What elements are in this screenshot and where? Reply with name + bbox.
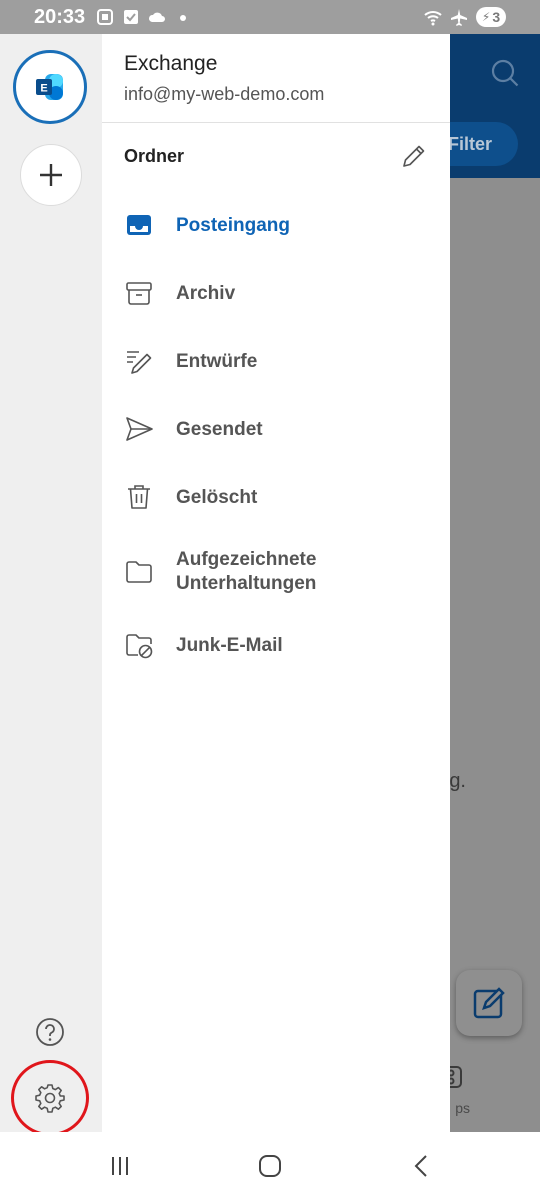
help-button[interactable] bbox=[32, 1014, 68, 1050]
folder-item-conversation-history[interactable]: Aufgezeichnete Unterhaltungen bbox=[102, 540, 450, 600]
gear-icon bbox=[35, 1084, 65, 1113]
folder-label: Entwürfe bbox=[176, 351, 258, 372]
recent-apps-icon bbox=[112, 1157, 128, 1175]
compose-icon bbox=[473, 987, 505, 1019]
home-button[interactable] bbox=[252, 1148, 288, 1184]
folder-label: Gesendet bbox=[176, 419, 263, 440]
add-account-button[interactable] bbox=[20, 144, 82, 206]
search-icon bbox=[491, 59, 519, 87]
folder-item-drafts[interactable]: Entwürfe bbox=[102, 330, 450, 390]
divider bbox=[102, 122, 450, 123]
account-name: Exchange bbox=[124, 52, 218, 75]
screenshot-icon bbox=[97, 9, 113, 25]
sent-icon bbox=[126, 417, 153, 441]
inbox-icon bbox=[127, 215, 151, 235]
folder-item-inbox[interactable]: Posteingang bbox=[102, 194, 450, 254]
account-rail: E bbox=[0, 34, 102, 1136]
home-icon bbox=[259, 1155, 281, 1177]
folder-label: Aufgezeichnete Unterhaltungen bbox=[176, 549, 317, 594]
folder-label: Archiv bbox=[176, 283, 236, 304]
back-icon bbox=[414, 1155, 427, 1177]
exchange-logo-icon: E bbox=[36, 74, 63, 100]
junk-folder-icon bbox=[126, 634, 153, 659]
folder-item-deleted[interactable]: Gelöscht bbox=[102, 466, 450, 526]
recent-apps-button[interactable] bbox=[102, 1148, 138, 1184]
folders-heading: Ordner bbox=[124, 146, 185, 166]
edit-pencil-icon[interactable] bbox=[400, 142, 428, 170]
background-text: g. bbox=[449, 770, 466, 792]
account-avatar[interactable]: E bbox=[13, 50, 87, 124]
archive-icon bbox=[126, 282, 152, 305]
folder-item-archive[interactable]: Archiv bbox=[102, 262, 450, 322]
airplane-icon bbox=[451, 9, 467, 26]
drafts-icon bbox=[127, 351, 152, 374]
folder-label: Posteingang bbox=[176, 215, 291, 236]
status-time: 20:33 bbox=[34, 6, 86, 28]
cloud-icon bbox=[148, 12, 165, 22]
trash-icon bbox=[128, 485, 150, 509]
folder-item-sent[interactable]: Gesendet bbox=[102, 398, 450, 458]
checkbox-icon bbox=[124, 10, 138, 24]
folder-label: Gelöscht bbox=[176, 487, 258, 508]
folder-item-junk[interactable]: Junk-E-Mail bbox=[102, 614, 450, 674]
dot-icon bbox=[180, 15, 186, 21]
status-bar: 20:33 ⚡ 3 bbox=[0, 0, 540, 34]
account-email: info@my-web-demo.com bbox=[124, 84, 325, 104]
wifi-icon bbox=[424, 11, 442, 26]
help-icon bbox=[36, 1018, 64, 1046]
folder-drawer: Exchange info@my-web-demo.com Ordner Pos… bbox=[102, 34, 450, 1132]
folder-icon bbox=[126, 561, 152, 583]
apps-label: ps bbox=[455, 1100, 470, 1116]
exchange-logo-letter: E bbox=[40, 83, 47, 95]
battery-indicator: ⚡ 3 bbox=[476, 7, 506, 27]
settings-button[interactable] bbox=[30, 1078, 70, 1118]
compose-button bbox=[456, 970, 522, 1036]
folder-label: Junk-E-Mail bbox=[176, 635, 283, 656]
back-button[interactable] bbox=[404, 1148, 440, 1184]
system-navigation-bar bbox=[0, 1132, 540, 1200]
plus-icon bbox=[40, 164, 62, 186]
